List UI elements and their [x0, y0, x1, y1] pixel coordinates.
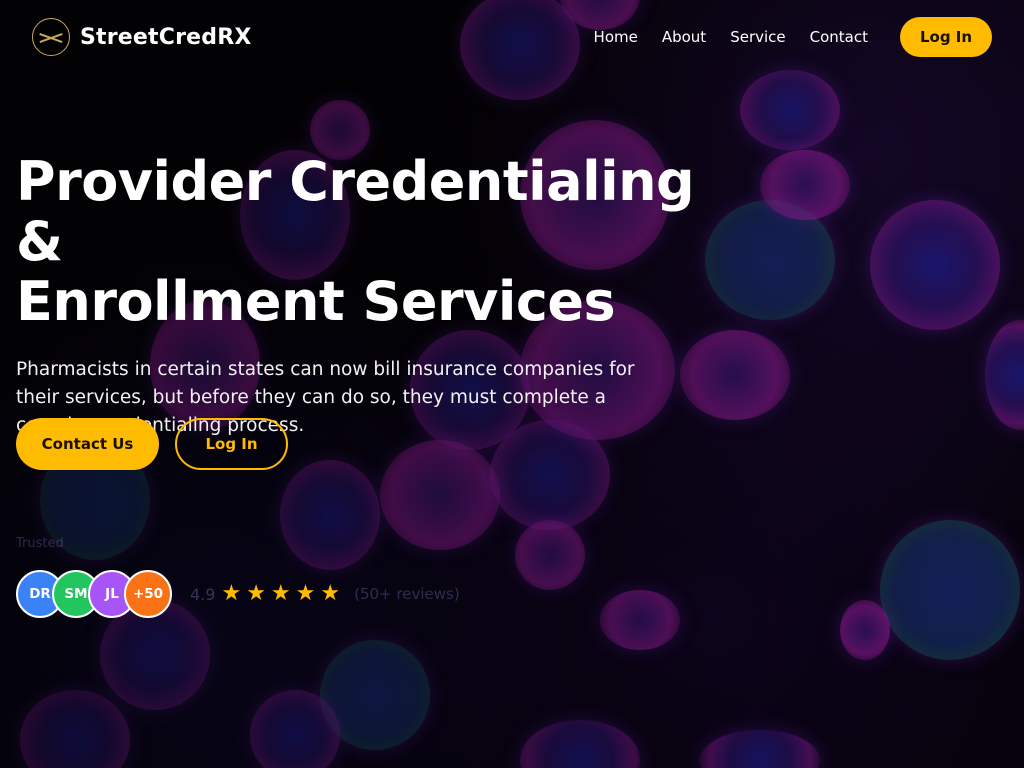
star-icon: ★	[246, 581, 266, 606]
avatar-group: DR SM JL +50	[16, 570, 172, 618]
brand-name: StreetCredRX	[80, 24, 252, 50]
nav-link-contact[interactable]: Contact	[810, 28, 868, 46]
rating-count: (50+ reviews)	[354, 585, 460, 603]
nav-login-button[interactable]: Log In	[900, 17, 992, 57]
brand[interactable]: StreetCredRX	[32, 18, 252, 56]
star-icon: ★	[221, 581, 242, 606]
contact-us-button[interactable]: Contact Us	[16, 418, 159, 470]
hero-title-line2: Enrollment Services	[16, 270, 616, 333]
site-header: StreetCredRX Home About Service Contact …	[0, 0, 1024, 74]
avatar-initials: +50	[132, 586, 164, 602]
avatar-initials: JL	[105, 586, 119, 602]
star-icon: ★	[270, 581, 291, 606]
trust-label: Trusted	[16, 536, 64, 551]
avatar-more-count: +50	[124, 570, 172, 618]
rating: 4.9 ★ ★ ★ ★ ★ (50+ reviews)	[190, 583, 460, 605]
nav-link-about[interactable]: About	[662, 28, 706, 46]
hero-title-line1: Provider Credentialing &	[16, 150, 695, 273]
star-rating: ★ ★ ★ ★ ★	[221, 583, 340, 605]
compass-logo-icon	[32, 18, 70, 56]
nav-link-service[interactable]: Service	[730, 28, 785, 46]
cta-group: Contact Us Log In	[16, 418, 288, 470]
main-nav: Home About Service Contact	[570, 28, 868, 46]
rating-score: 4.9	[190, 584, 216, 604]
avatar-initials: SM	[64, 586, 88, 602]
login-button[interactable]: Log In	[175, 418, 288, 470]
star-icon: ★	[320, 581, 341, 606]
social-proof: DR SM JL +50 4.9 ★ ★ ★ ★ ★ (50+ reviews)	[16, 570, 460, 618]
hero-section: Provider Credentialing & Enrollment Serv…	[16, 152, 736, 440]
avatar-initials: DR	[29, 586, 51, 602]
star-icon: ★	[295, 581, 316, 606]
nav-link-home[interactable]: Home	[594, 28, 638, 46]
hero-title: Provider Credentialing & Enrollment Serv…	[16, 152, 736, 332]
